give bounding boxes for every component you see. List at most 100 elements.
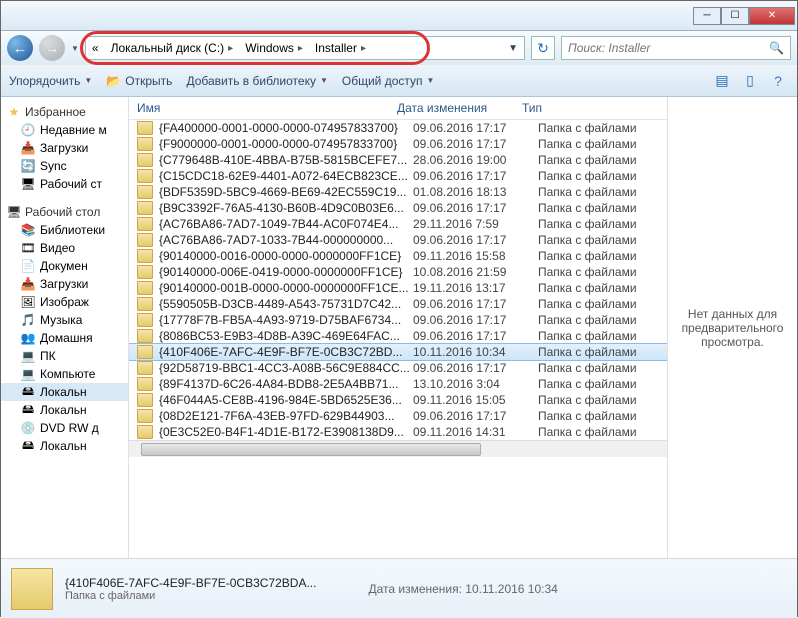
sidebar-item-label: Рабочий ст bbox=[40, 177, 102, 191]
sidebar-item[interactable]: 🔄Sync bbox=[1, 157, 128, 175]
chevron-down-icon: ▼ bbox=[84, 76, 92, 85]
sidebar-item[interactable]: 🎵Музыка bbox=[1, 311, 128, 329]
file-name: {B9C3392F-76A5-4130-B60B-4D9C0B03E6... bbox=[159, 201, 413, 215]
search-icon[interactable]: 🔍 bbox=[769, 41, 784, 55]
file-row[interactable]: {AC76BA86-7AD7-1049-7B44-AC0F074E4...29.… bbox=[129, 216, 667, 232]
sidebar-item[interactable]: 👥Домашня bbox=[1, 329, 128, 347]
sidebar-item[interactable]: 📄Докумен bbox=[1, 257, 128, 275]
folder-open-icon: 📂 bbox=[106, 74, 121, 88]
file-date: 09.06.2016 17:17 bbox=[413, 233, 538, 247]
sidebar-item-label: Локальн bbox=[40, 403, 87, 417]
sidebar-item[interactable]: 🖼Изображ bbox=[1, 293, 128, 311]
folder-icon bbox=[137, 217, 153, 231]
chevron-down-icon: ▼ bbox=[427, 76, 435, 85]
folder-icon bbox=[137, 409, 153, 423]
column-name[interactable]: Имя bbox=[137, 101, 397, 115]
window-buttons: ─ ☐ ✕ bbox=[693, 7, 795, 25]
add-to-library-menu[interactable]: Добавить в библиотеку ▼ bbox=[186, 74, 327, 88]
refresh-button[interactable]: ↻ bbox=[531, 36, 555, 60]
column-type[interactable]: Тип bbox=[522, 101, 659, 115]
column-date[interactable]: Дата изменения bbox=[397, 101, 522, 115]
file-row[interactable]: {C15CDC18-62E9-4401-A072-64ECB823CE...09… bbox=[129, 168, 667, 184]
sidebar-item[interactable]: 💿DVD RW д bbox=[1, 419, 128, 437]
file-row[interactable]: {90140000-001B-0000-0000-0000000FF1CE...… bbox=[129, 280, 667, 296]
breadcrumb-windows[interactable]: Windows ▸ bbox=[239, 41, 309, 55]
history-dropdown-icon[interactable]: ▼ bbox=[71, 44, 79, 53]
view-options-button[interactable]: ▤ bbox=[711, 70, 733, 92]
file-row[interactable]: {8086BC53-E9B3-4D8B-A39C-469E64FAC...09.… bbox=[129, 328, 667, 344]
nav-icon: 🕘 bbox=[21, 123, 35, 137]
nav-icon: 🖴 bbox=[21, 439, 35, 453]
file-row[interactable]: {90140000-0016-0000-0000-0000000FF1CE}09… bbox=[129, 248, 667, 264]
organize-menu[interactable]: Упорядочить ▼ bbox=[9, 74, 92, 88]
folder-icon bbox=[137, 281, 153, 295]
sidebar-item[interactable]: 💻Компьюте bbox=[1, 365, 128, 383]
chevron-right-icon[interactable]: ▸ bbox=[361, 43, 366, 54]
favorites-header[interactable]: ★Избранное bbox=[1, 103, 128, 121]
crumb-label: Installer bbox=[315, 41, 357, 55]
file-date: 01.08.2016 18:13 bbox=[413, 185, 538, 199]
breadcrumb-prefix[interactable]: « bbox=[86, 41, 105, 55]
file-row[interactable]: {B9C3392F-76A5-4130-B60B-4D9C0B03E6...09… bbox=[129, 200, 667, 216]
file-row[interactable]: {F9000000-0001-0000-0000-074957833700}09… bbox=[129, 136, 667, 152]
folder-icon bbox=[137, 121, 153, 135]
sidebar-item[interactable]: 🎞Видео bbox=[1, 239, 128, 257]
sidebar-item[interactable]: 📥Загрузки bbox=[1, 275, 128, 293]
file-row[interactable]: {C779648B-410E-4BBA-B75B-5815BCEFE7...28… bbox=[129, 152, 667, 168]
preview-empty-text: Нет данных для предварительного просмотр… bbox=[678, 307, 787, 349]
file-type: Папка с файлами bbox=[538, 409, 659, 423]
file-row[interactable]: {90140000-006E-0419-0000-0000000FF1CE}10… bbox=[129, 264, 667, 280]
chevron-right-icon[interactable]: ▸ bbox=[298, 43, 303, 54]
sidebar-item-label: Компьюте bbox=[40, 367, 95, 381]
nav-icon: 📥 bbox=[21, 277, 35, 291]
close-button[interactable]: ✕ bbox=[749, 7, 795, 25]
file-date: 09.06.2016 17:17 bbox=[413, 361, 538, 375]
sidebar-item-label: Видео bbox=[40, 241, 75, 255]
sidebar-item[interactable]: 📥Загрузки bbox=[1, 139, 128, 157]
help-button[interactable]: ? bbox=[767, 70, 789, 92]
column-headers: Имя Дата изменения Тип bbox=[129, 97, 667, 120]
details-modified-value: 10.11.2016 10:34 bbox=[465, 582, 558, 596]
back-button[interactable]: ← bbox=[7, 35, 33, 61]
file-type: Папка с файлами bbox=[538, 297, 659, 311]
file-row[interactable]: {FA400000-0001-0000-0000-074957833700}09… bbox=[129, 120, 667, 136]
sidebar-item[interactable]: 💻ПК bbox=[1, 347, 128, 365]
file-row[interactable]: {89F4137D-6C26-4A84-BDB8-2E5A4BB71...13.… bbox=[129, 376, 667, 392]
search-box[interactable]: 🔍 bbox=[561, 36, 791, 60]
sidebar-item[interactable]: 🖴Локальн bbox=[1, 437, 128, 455]
file-row[interactable]: {46F044A5-CE8B-4196-984E-5BD6525E36...09… bbox=[129, 392, 667, 408]
sidebar-item[interactable]: 🖴Локальн bbox=[1, 401, 128, 419]
preview-pane-button[interactable]: ▯ bbox=[739, 70, 761, 92]
breadcrumb-installer[interactable]: Installer ▸ bbox=[309, 41, 372, 55]
breadcrumb-drive[interactable]: Локальный диск (C:) ▸ bbox=[105, 41, 240, 55]
sidebar-item[interactable]: 🕘Недавние м bbox=[1, 121, 128, 139]
sidebar-item[interactable]: 🖴Локальн bbox=[1, 383, 128, 401]
address-dropdown-icon[interactable]: ▼ bbox=[502, 43, 524, 54]
file-row[interactable]: {410F406E-7AFC-4E9F-BF7E-0CB3C72BD...10.… bbox=[129, 344, 667, 360]
file-row[interactable]: {92D58719-BBC1-4CC3-A08B-56C9E884CC...09… bbox=[129, 360, 667, 376]
sidebar-item[interactable]: 📚Библиотеки bbox=[1, 221, 128, 239]
share-label: Общий доступ bbox=[342, 74, 423, 88]
nav-icon: 📚 bbox=[21, 223, 35, 237]
file-row[interactable]: {17778F7B-FB5A-4A93-9719-D75BAF6734...09… bbox=[129, 312, 667, 328]
file-type: Папка с файлами bbox=[538, 329, 659, 343]
desktop-header[interactable]: 🖥Рабочий стол bbox=[1, 203, 128, 221]
scrollbar-thumb[interactable] bbox=[141, 443, 481, 456]
file-row[interactable]: {5590505B-D3CB-4489-A543-75731D7C42...09… bbox=[129, 296, 667, 312]
chevron-right-icon[interactable]: ▸ bbox=[228, 43, 233, 54]
file-type: Папка с файлами bbox=[538, 137, 659, 151]
minimize-button[interactable]: ─ bbox=[693, 7, 721, 25]
share-menu[interactable]: Общий доступ ▼ bbox=[342, 74, 435, 88]
file-row[interactable]: {BDF5359D-5BC9-4669-BE69-42EC559C19...01… bbox=[129, 184, 667, 200]
address-bar[interactable]: « Локальный диск (C:) ▸ Windows ▸ Instal… bbox=[85, 36, 525, 60]
file-row[interactable]: {AC76BA86-7AD7-1033-7B44-000000000...09.… bbox=[129, 232, 667, 248]
file-row[interactable]: {0E3C52E0-B4F1-4D1E-B172-E3908138D9...09… bbox=[129, 424, 667, 440]
file-row[interactable]: {08D2E121-7F6A-43EB-97FD-629B44903...09.… bbox=[129, 408, 667, 424]
search-input[interactable] bbox=[568, 41, 769, 55]
horizontal-scrollbar[interactable] bbox=[129, 440, 667, 457]
open-button[interactable]: 📂 Открыть bbox=[106, 74, 172, 88]
maximize-button[interactable]: ☐ bbox=[721, 7, 749, 25]
forward-button[interactable]: → bbox=[39, 35, 65, 61]
file-name: {92D58719-BBC1-4CC3-A08B-56C9E884CC... bbox=[159, 361, 413, 375]
sidebar-item[interactable]: 🖥Рабочий ст bbox=[1, 175, 128, 193]
